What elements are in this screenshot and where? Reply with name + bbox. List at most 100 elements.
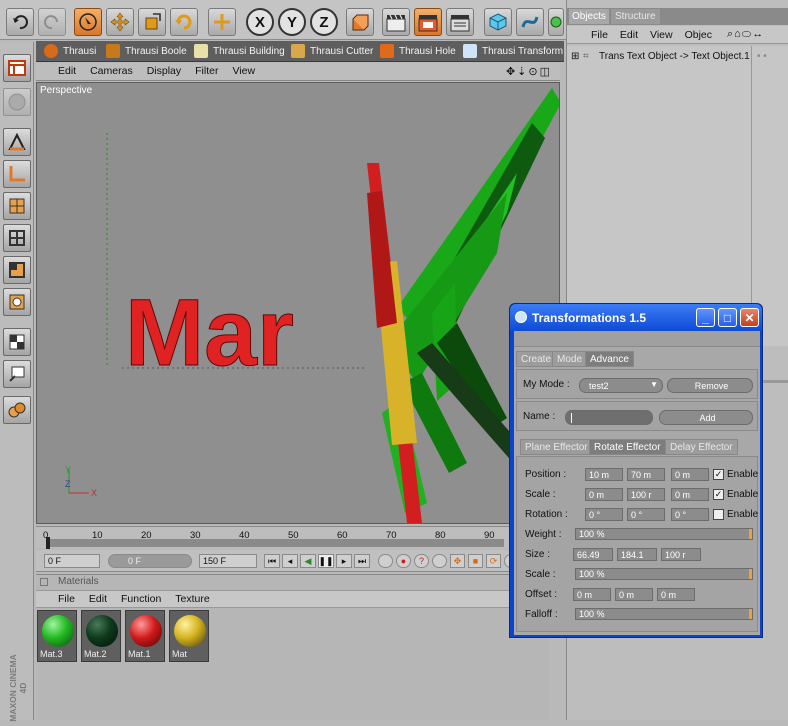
go-to-start-icon[interactable]: ⏮ — [264, 554, 280, 568]
scale-z-field[interactable]: 0 m — [671, 488, 709, 501]
materials-menu-texture[interactable]: Texture — [175, 593, 209, 605]
add-primitive-button[interactable] — [484, 8, 512, 36]
plugin-thrausi-building[interactable]: Thrausi Building — [194, 42, 285, 60]
position-x-field[interactable]: 10 m — [585, 468, 623, 481]
tab-structure[interactable]: Structure — [611, 9, 660, 24]
layout-button[interactable] — [3, 54, 31, 82]
size-x-field[interactable]: 66.49 — [573, 548, 613, 561]
key-scale-icon[interactable]: ■ — [468, 554, 483, 568]
rotate-tool-button[interactable] — [170, 8, 198, 36]
expand-toggle-icon[interactable]: ⊞ — [571, 51, 579, 62]
workplane-button[interactable] — [3, 360, 31, 388]
scale-tool-button[interactable] — [138, 8, 166, 36]
plugin-thrausi[interactable]: Thrausi — [44, 42, 96, 60]
viewport-menu-display[interactable]: Display — [147, 65, 181, 77]
materials-menu-file[interactable]: File — [58, 593, 75, 605]
scale-x-field[interactable]: 0 m — [585, 488, 623, 501]
undo-button[interactable] — [6, 8, 34, 36]
weight-slider[interactable]: 100 % — [575, 528, 753, 540]
tab-mode[interactable]: Mode — [552, 351, 588, 367]
viewport-nav-icons[interactable]: ✥⇣⊙◫ — [506, 65, 552, 78]
redo-button[interactable] — [38, 8, 66, 36]
position-z-field[interactable]: 0 m — [671, 468, 709, 481]
key-rotation-icon[interactable]: ⟳ — [486, 554, 501, 568]
size-z-field[interactable]: 100 r — [661, 548, 701, 561]
rotation-h-field[interactable]: 0 ° — [585, 508, 623, 521]
objects-menu-file[interactable]: File — [591, 29, 608, 41]
render-picture-viewer-button[interactable] — [414, 8, 442, 36]
texture-axis-button[interactable] — [3, 328, 31, 356]
z-axis-button[interactable]: Z — [310, 8, 338, 36]
offset-z-field[interactable]: 0 m — [657, 588, 695, 601]
falloff-slider[interactable]: 100 % — [575, 608, 753, 620]
start-frame-slider[interactable]: 0 F — [108, 554, 192, 568]
object-axis-button[interactable] — [3, 160, 31, 188]
name-input[interactable] — [565, 410, 653, 425]
my-mode-select[interactable]: test2 ▼ — [579, 378, 663, 393]
materials-menu-function[interactable]: Function — [121, 593, 161, 605]
add-spline-button[interactable] — [516, 8, 544, 36]
viewport[interactable]: Perspective Mar Y X Z — [36, 82, 560, 524]
remove-button[interactable]: Remove — [667, 378, 753, 393]
object-visibility-dots[interactable]: • • — [757, 51, 767, 62]
offset-y-field[interactable]: 0 m — [615, 588, 653, 601]
material-swatch[interactable]: Mat.2 — [81, 610, 121, 662]
coordinate-system-button[interactable] — [346, 8, 374, 36]
material-swatch[interactable]: Mat.3 — [37, 610, 77, 662]
render-view-button[interactable] — [382, 8, 410, 36]
position-y-field[interactable]: 70 m — [627, 468, 665, 481]
plugin-thrausi-boole[interactable]: Thrausi Boole — [106, 42, 187, 60]
keyframe-selection-icon[interactable] — [432, 554, 447, 568]
world-axis-button[interactable] — [208, 8, 236, 36]
position-enable-checkbox[interactable]: ✓ — [713, 469, 724, 480]
live-select-button[interactable] — [74, 8, 102, 36]
uniform-scale-slider[interactable]: 100 % — [575, 568, 753, 580]
step-forward-icon[interactable]: ▸ — [336, 554, 352, 568]
render-settings-button[interactable] — [446, 8, 474, 36]
pause-icon[interactable]: ❚❚ — [318, 554, 334, 568]
texture-mode-button[interactable] — [3, 88, 31, 116]
tab-objects[interactable]: Objects — [569, 9, 609, 24]
rotation-p-field[interactable]: 0 ° — [627, 508, 665, 521]
viewport-menu-cameras[interactable]: Cameras — [90, 65, 133, 77]
tab-advance[interactable]: Advance — [585, 351, 634, 367]
polygons-mode-button[interactable] — [3, 256, 31, 284]
viewport-menu-filter[interactable]: Filter — [195, 65, 218, 77]
key-position-icon[interactable]: ✥ — [450, 554, 465, 568]
objects-menu-edit[interactable]: Edit — [620, 29, 638, 41]
edges-mode-button[interactable] — [3, 224, 31, 252]
model-mode-button[interactable] — [3, 128, 31, 156]
scale-y-field[interactable]: 100 r — [627, 488, 665, 501]
materials-menu-edit[interactable]: Edit — [89, 593, 107, 605]
plugin-thrausi-transform[interactable]: Thrausi Transform — [463, 42, 563, 60]
viewport-menu-view[interactable]: View — [232, 65, 255, 77]
material-swatch[interactable]: Mat.1 — [125, 610, 165, 662]
move-tool-button[interactable] — [106, 8, 134, 36]
y-axis-button[interactable]: Y — [278, 8, 306, 36]
offset-x-field[interactable]: 0 m — [573, 588, 611, 601]
objects-menu-view[interactable]: View — [650, 29, 673, 41]
rotation-b-field[interactable]: 0 ° — [671, 508, 709, 521]
end-frame-field[interactable]: 150 F — [199, 554, 257, 568]
minimize-button[interactable]: _ — [696, 308, 715, 327]
rotation-enable-checkbox[interactable] — [713, 509, 724, 520]
objects-menu-objects[interactable]: Objec — [685, 29, 712, 41]
plugin-thrausi-cutter[interactable]: Thrausi Cutter — [291, 42, 373, 60]
tab-rotate-effector[interactable]: Rotate Effector — [589, 439, 666, 455]
add-button[interactable]: Add — [659, 410, 753, 425]
viewport-menu-edit[interactable]: Edit — [58, 65, 76, 77]
points-mode-button[interactable] — [3, 192, 31, 220]
scale-enable-checkbox[interactable]: ✓ — [713, 489, 724, 500]
x-axis-button[interactable]: X — [246, 8, 274, 36]
record-key-icon[interactable]: ● — [396, 554, 411, 568]
materials-panel-handle[interactable] — [40, 578, 48, 586]
uv-mode-button[interactable] — [3, 288, 31, 316]
tab-create[interactable]: Create — [516, 351, 557, 367]
maximize-button[interactable]: □ — [718, 308, 737, 327]
tab-delay-effector[interactable]: Delay Effector — [665, 439, 738, 455]
go-to-end-icon[interactable]: ⏭ — [354, 554, 370, 568]
object-tree-item[interactable]: Trans Text Object -> Text Object.1 — [599, 51, 750, 62]
sculpt-button[interactable] — [3, 396, 31, 424]
motion-record-icon[interactable] — [378, 554, 393, 568]
add-nurbs-button[interactable] — [548, 8, 564, 36]
